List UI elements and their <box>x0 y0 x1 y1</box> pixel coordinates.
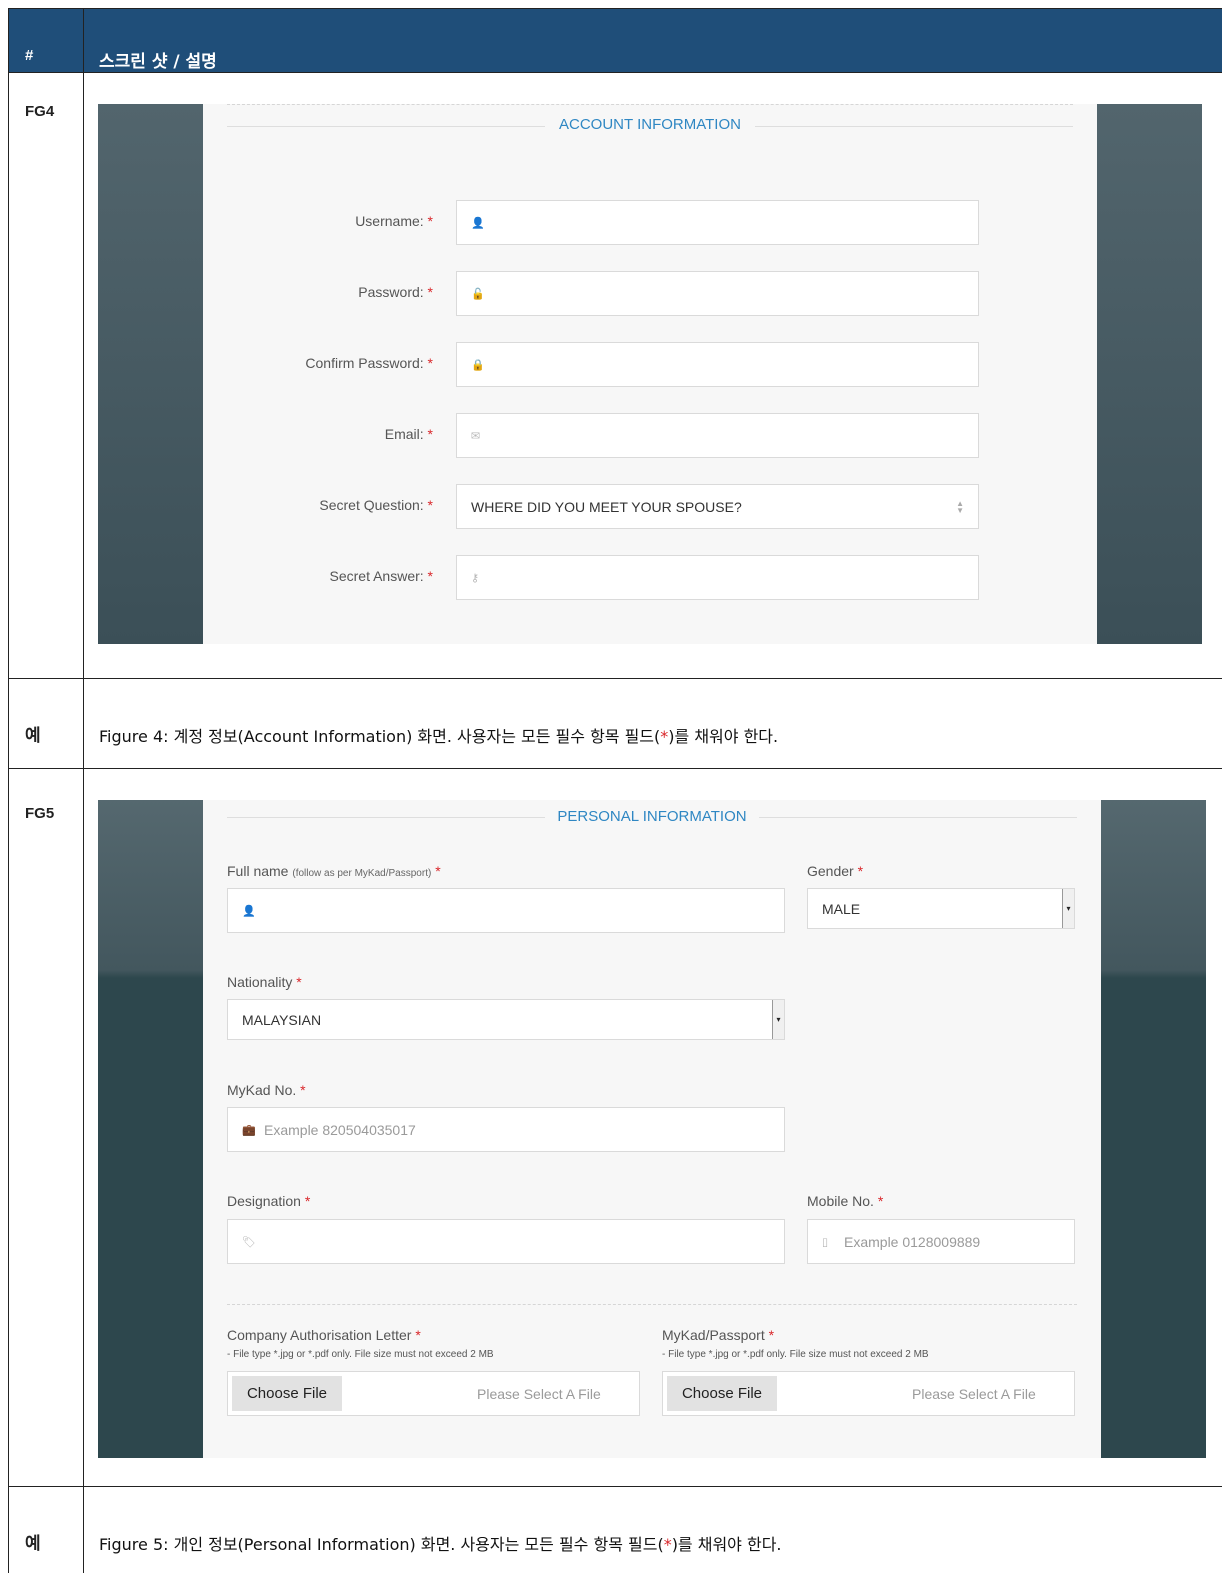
mykad-passport-label: MyKad/Passport * <box>662 1327 775 1343</box>
choose-file-button[interactable]: Choose File <box>232 1376 342 1411</box>
selected-value: WHERE DID YOU MEET YOUR SPOUSE? <box>471 498 742 515</box>
account-input[interactable]: 🔒 <box>456 342 979 387</box>
personal-screenshot: PERSONAL INFORMATION Full name (follow a… <box>98 800 1206 1458</box>
field-label: Username: * <box>355 213 433 229</box>
field-label: Password: * <box>358 284 433 300</box>
user-icon: 👤 <box>471 217 485 229</box>
mykad-label: MyKad No. * <box>227 1082 306 1098</box>
row-id: FG4 <box>25 103 55 120</box>
envelope-icon: ✉ <box>471 430 481 442</box>
field-label: Email: * <box>384 426 433 442</box>
figure-caption: Figure 4: 계정 정보(Account Information) 화면.… <box>99 727 779 746</box>
file-placeholder: Please Select A File <box>912 1385 1036 1402</box>
document-table: # 스크린 샷 / 설명 FG4 ACCOUNT INFORMATION Use… <box>8 8 1222 1573</box>
account-input[interactable]: ✉ <box>456 413 979 458</box>
mobile-placeholder: Example 0128009889 <box>844 1233 981 1250</box>
account-input[interactable]: 🔓 <box>456 271 979 316</box>
nationality-label: Nationality * <box>227 974 302 990</box>
tags-icon: 🏷 <box>242 1236 256 1248</box>
mykad-input[interactable]: 💼 Example 820504035017 <box>227 1107 785 1152</box>
caret-down-icon[interactable]: ▾ <box>772 1000 784 1039</box>
mobile-input[interactable]: ▯ Example 0128009889 <box>807 1219 1075 1264</box>
designation-input[interactable]: 🏷 <box>227 1219 785 1264</box>
table-row-fg5: FG5 PERSONAL INFORMATION Full name (foll… <box>9 769 1222 1487</box>
account-input[interactable]: 👤 <box>456 200 979 245</box>
field-label: Confirm Password: * <box>305 355 433 371</box>
mobile-label: Mobile No. * <box>807 1193 884 1209</box>
table-row-caption-4: 예 Figure 4: 계정 정보(Account Information) 화… <box>9 679 1222 769</box>
background-left <box>98 104 203 644</box>
unlock-icon: 🔓 <box>471 288 485 300</box>
mobile-icon: ▯ <box>822 1236 829 1248</box>
key-icon: ⚷ <box>471 572 480 584</box>
file-placeholder: Please Select A File <box>477 1385 601 1402</box>
sort-arrows-icon[interactable]: ▲ ▼ <box>956 499 964 514</box>
designation-label: Designation * <box>227 1193 311 1209</box>
row-id: 예 <box>25 726 41 746</box>
account-form-panel: ACCOUNT INFORMATION Username: * 👤 Password… <box>203 104 1097 644</box>
account-input[interactable]: ⚷ <box>456 555 979 600</box>
table-row-caption-5: 예 Figure 5: 개인 정보(Personal Information) … <box>9 1487 1222 1573</box>
company-letter-label: Company Authorisation Letter * <box>227 1327 421 1343</box>
field-label: Secret Question: * <box>319 497 433 513</box>
secret-question-select[interactable]: WHERE DID YOU MEET YOUR SPOUSE? ▲ ▼ <box>456 484 979 529</box>
field-label: Secret Answer: * <box>329 568 434 584</box>
section-title: PERSONAL INFORMATION <box>557 808 747 825</box>
figure-caption: Figure 5: 개인 정보(Personal Information) 화면… <box>99 1535 782 1554</box>
row-id: 예 <box>25 1534 41 1554</box>
gender-label: Gender * <box>807 863 864 879</box>
header-number: # <box>25 47 34 64</box>
user-icon: 👤 <box>242 905 256 917</box>
company-letter-file-input[interactable]: Choose File Please Select A File <box>227 1371 640 1416</box>
lock-icon: 🔒 <box>471 359 485 371</box>
gender-select[interactable]: MALE ▾ <box>807 888 1075 929</box>
caret-down-icon[interactable]: ▾ <box>1062 889 1074 928</box>
briefcase-icon: 💼 <box>242 1124 256 1136</box>
mykad-placeholder: Example 820504035017 <box>264 1121 416 1138</box>
mykad-passport-file-input[interactable]: Choose File Please Select A File <box>662 1371 1075 1416</box>
account-screenshot: ACCOUNT INFORMATION Username: * 👤 Password… <box>98 104 1202 644</box>
background-right <box>1101 800 1206 1458</box>
background-left <box>98 800 203 1458</box>
header-title: 스크린 샷 / 설명 <box>99 52 217 72</box>
choose-file-button[interactable]: Choose File <box>667 1376 777 1411</box>
mykad-passport-hint: - File type *.jpg or *.pdf only. File si… <box>662 1349 929 1360</box>
nationality-select[interactable]: MALAYSIAN ▾ <box>227 999 785 1040</box>
section-title: ACCOUNT INFORMATION <box>559 116 741 133</box>
company-letter-hint: - File type *.jpg or *.pdf only. File si… <box>227 1349 494 1360</box>
full-name-input[interactable]: 👤 <box>227 888 785 933</box>
full-name-label: Full name (follow as per MyKad/Passport)… <box>227 863 441 879</box>
row-id: FG5 <box>25 805 55 822</box>
background-right <box>1097 104 1202 644</box>
personal-form-panel: PERSONAL INFORMATION Full name (follow a… <box>203 800 1101 1458</box>
table-header-row: # 스크린 샷 / 설명 <box>9 9 1222 73</box>
table-row-fg4: FG4 ACCOUNT INFORMATION Username: * 👤 Pass… <box>9 73 1222 679</box>
